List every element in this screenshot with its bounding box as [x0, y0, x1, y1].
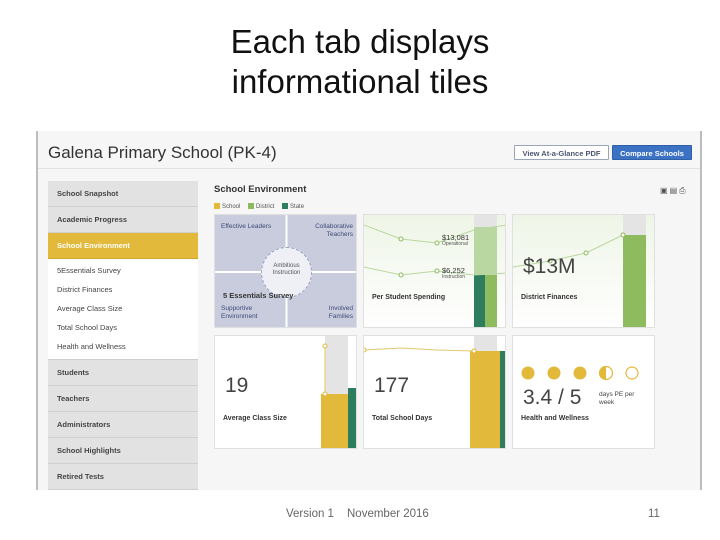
legend-swatch-district [248, 203, 255, 209]
legend-swatch-school [214, 203, 220, 209]
school-days-bar-state [500, 351, 505, 448]
finances-point-2 [583, 250, 589, 256]
instruction-value: $6,252 [442, 266, 465, 275]
sidebar-item-retired-tests[interactable]: Retired Tests [48, 464, 198, 490]
sidebar-item-school-snapshot[interactable]: School Snapshot [48, 181, 198, 207]
operational-value-block: $13,081 Operational [442, 234, 469, 248]
tile-health-wellness[interactable]: 3.4 / 5 days PE per week Health and Well… [512, 335, 655, 449]
document-icon[interactable]: ▤ [670, 186, 680, 195]
sidebar-item-school-highlights[interactable]: School Highlights [48, 438, 198, 464]
legend-label-school: School [222, 204, 241, 210]
effective-leaders-label: Effective Leaders [221, 223, 272, 230]
school-days-bar-school [470, 351, 500, 448]
spending-point-3 [398, 272, 404, 278]
health-dot-2 [547, 366, 561, 380]
sidebar-item-academic-progress[interactable]: Academic Progress [48, 207, 198, 233]
school-days-trend [364, 347, 475, 352]
tile-average-class-size[interactable]: 19 Average Class Size [214, 335, 357, 449]
school-name: Galena Primary School (PK-4) [48, 143, 277, 162]
class-size-bar-school [321, 394, 348, 448]
sidebar-subitem-total-school-days[interactable]: Total School Days [48, 318, 198, 337]
health-dot-5 [625, 366, 639, 380]
class-size-point-1 [322, 391, 328, 397]
legend: School District State [214, 203, 310, 210]
collaborative-teachers-label: Collaborative Teachers [315, 223, 353, 238]
legend-item-district: District [248, 203, 274, 210]
sidebar-item-administrators[interactable]: Administrators [48, 412, 198, 438]
sidebar-item-students[interactable]: Students [48, 360, 198, 386]
per-student-spending-label: Per Student Spending [372, 294, 446, 301]
legend-item-school: School [214, 203, 240, 210]
finances-bar-district [623, 235, 646, 327]
class-size-point-2 [322, 343, 328, 349]
sidebar-subitem-district-finances[interactable]: District Finances [48, 280, 198, 299]
class-size-bar-state [348, 388, 356, 448]
district-finances-label: District Finances [521, 294, 578, 301]
legend-label-district: District [256, 204, 275, 210]
supportive-environment-label: Supportive Environment [221, 305, 258, 320]
sidebar-subitem-health-wellness[interactable]: Health and Wellness [48, 337, 198, 356]
health-value: 3.4 / 5 [523, 386, 582, 409]
compare-schools-button[interactable]: Compare Schools [612, 145, 692, 160]
instruction-label: Instruction [442, 274, 466, 280]
sidebar-item-teachers[interactable]: Teachers [48, 386, 198, 412]
operational-label: Operational [442, 241, 468, 247]
tile-district-finances[interactable]: $13M District Finances [512, 214, 655, 328]
class-size-value: 19 [225, 374, 249, 397]
involved-families-label: Involved Families [328, 305, 353, 320]
header-divider [38, 168, 700, 169]
health-unit: days PE per week [599, 391, 635, 406]
school-days-label: Total School Days [372, 415, 433, 422]
legend-swatch-state [282, 203, 289, 209]
spending-chart [364, 215, 505, 327]
slide-title-line-1: Each tab displays [230, 23, 490, 60]
school-days-point-1 [364, 347, 367, 353]
legend-item-state: State [282, 203, 304, 210]
tile-total-school-days[interactable]: 177 Total School Days [363, 335, 506, 449]
footer-version: Version 1 [286, 508, 334, 520]
health-dot-4-half [599, 366, 606, 380]
sidebar-submenu: 5Essentials Survey District Finances Ave… [48, 259, 198, 360]
spending-point-1 [398, 236, 404, 242]
sidebar-item-school-environment[interactable]: School Environment [48, 233, 198, 259]
spending-point-2 [434, 240, 440, 246]
health-label: Health and Wellness [521, 415, 589, 422]
finances-point-3 [620, 232, 626, 238]
operational-value: $13,081 [442, 233, 470, 242]
tile-5essentials[interactable]: Effective Leaders Collaborative Teachers… [214, 214, 357, 328]
spending-point-4 [434, 268, 440, 274]
instruction-value-block: $6,252 Instruction [442, 267, 465, 281]
school-days-value: 177 [374, 374, 410, 397]
tool-icons: ▣▤⎙ [660, 186, 688, 196]
school-days-point-2 [471, 348, 477, 354]
footer-date: November 2016 [347, 508, 429, 520]
pdf-icon[interactable]: ▣ [660, 186, 670, 195]
print-icon[interactable]: ⎙ [679, 186, 687, 195]
essentials-title: 5 Essentials Survey [223, 291, 294, 300]
spending-bar-district [485, 275, 497, 327]
sidebar-subitem-average-class-size[interactable]: Average Class Size [48, 299, 198, 318]
health-dot-3 [573, 366, 587, 380]
health-dot-1 [521, 366, 535, 380]
sidebar-nav: School Snapshot Academic Progress School… [48, 181, 198, 490]
district-finances-value: $13M [523, 255, 576, 278]
sidebar-subitem-5essentials[interactable]: 5Essentials Survey [48, 261, 198, 280]
view-at-a-glance-button[interactable]: View At-a-Glance PDF [514, 145, 609, 160]
section-title: School Environment [214, 184, 307, 195]
tile-per-student-spending[interactable]: $13,081 Operational $6,252 Instruction P… [363, 214, 506, 328]
slide-title: Each tab displays informational tiles [0, 22, 720, 102]
report-card-screenshot: Galena Primary School (PK-4) View At-a-G… [36, 131, 702, 490]
slide-title-line-2: informational tiles [231, 63, 489, 100]
legend-label-state: State [290, 204, 305, 210]
page-number: 11 [648, 508, 660, 520]
class-size-label: Average Class Size [223, 415, 287, 422]
